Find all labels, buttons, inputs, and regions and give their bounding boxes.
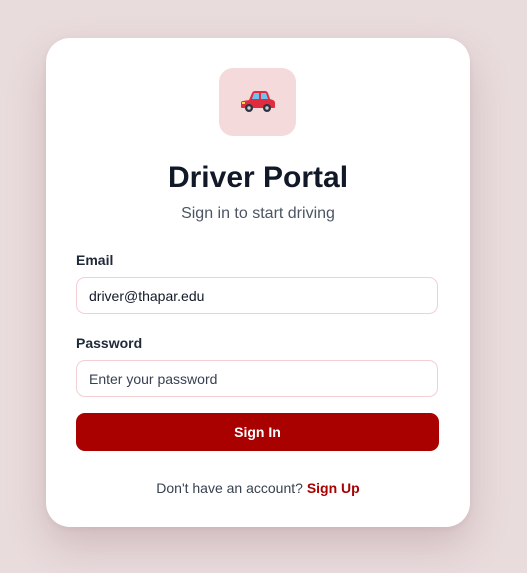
sign-up-link[interactable]: Sign Up <box>307 480 360 496</box>
sign-in-button[interactable]: Sign In <box>76 413 439 451</box>
signup-prompt-text: Don't have an account? <box>156 480 303 496</box>
email-label: Email <box>76 252 114 268</box>
password-label: Password <box>76 335 143 351</box>
login-card: Driver Portal Sign in to start driving E… <box>46 38 470 527</box>
logo-tile <box>219 68 296 136</box>
page-subtitle: Sign in to start driving <box>181 205 335 222</box>
page-title: Driver Portal <box>167 161 349 194</box>
password-field[interactable] <box>76 360 438 397</box>
signup-prompt: Don't have an account? Sign Up <box>46 479 470 497</box>
email-field[interactable] <box>76 277 438 314</box>
car-icon <box>240 86 276 119</box>
